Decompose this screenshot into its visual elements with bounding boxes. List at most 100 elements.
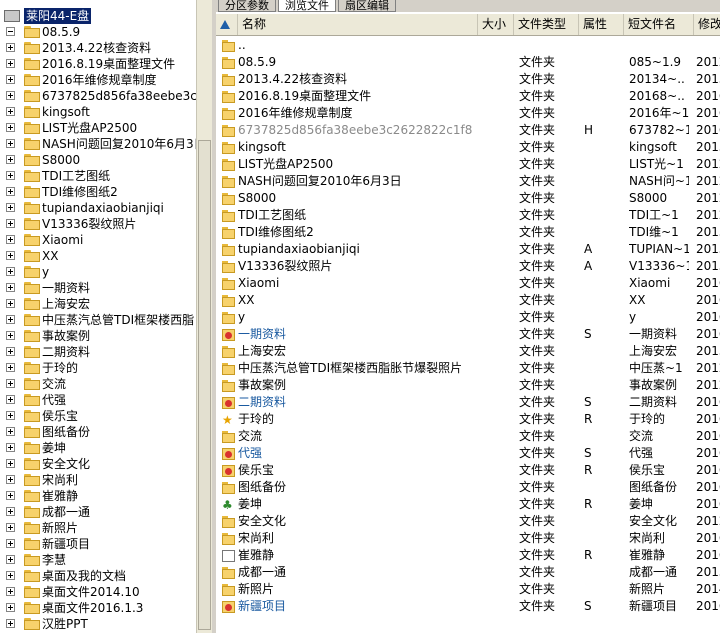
- tree-item[interactable]: y: [0, 264, 196, 280]
- expand-plus-icon[interactable]: [6, 395, 15, 404]
- expand-plus-icon[interactable]: [6, 443, 15, 452]
- tree-item[interactable]: kingsoft: [0, 104, 196, 120]
- expand-plus-icon[interactable]: [6, 379, 15, 388]
- file-row[interactable]: 交流 文件夹 交流 2016: [216, 428, 720, 445]
- expand-plus-icon[interactable]: [6, 107, 15, 116]
- expand-minus-icon[interactable]: [6, 27, 15, 36]
- tree-item[interactable]: TDI维修图纸2: [0, 184, 196, 200]
- tree-item[interactable]: 2016.8.19桌面整理文件: [0, 56, 196, 72]
- tree-item[interactable]: 桌面文件2014.10: [0, 584, 196, 600]
- file-row[interactable]: 成都一通 文件夹 成都一通 2013: [216, 564, 720, 581]
- file-row[interactable]: Xiaomi 文件夹 Xiaomi 2016: [216, 275, 720, 292]
- file-row[interactable]: 新照片 文件夹 新照片 2014: [216, 581, 720, 598]
- file-row[interactable]: NASH问题回复2010年6月3日 文件夹 NASH问~1 2012: [216, 173, 720, 190]
- expand-plus-icon[interactable]: [6, 427, 15, 436]
- expand-plus-icon[interactable]: [6, 603, 15, 612]
- file-row[interactable]: LIST光盘AP2500 文件夹 LIST光~1 2012: [216, 156, 720, 173]
- expand-plus-icon[interactable]: [6, 299, 15, 308]
- column-short-name[interactable]: 短文件名: [624, 14, 694, 35]
- expand-plus-icon[interactable]: [6, 75, 15, 84]
- expand-plus-icon[interactable]: [6, 43, 15, 52]
- expand-plus-icon[interactable]: [6, 347, 15, 356]
- expand-plus-icon[interactable]: [6, 459, 15, 468]
- file-row[interactable]: 宋尚利 文件夹 宋尚利 2016: [216, 530, 720, 547]
- tree-item[interactable]: 上海安宏: [0, 296, 196, 312]
- expand-plus-icon[interactable]: [6, 251, 15, 260]
- file-row[interactable]: 上海安宏 文件夹 上海安宏 2013: [216, 343, 720, 360]
- file-row[interactable]: kingsoft 文件夹 kingsoft 2015: [216, 139, 720, 156]
- tree-item[interactable]: 李慧: [0, 552, 196, 568]
- tree-item[interactable]: 侯乐宝: [0, 408, 196, 424]
- tree-item[interactable]: Xiaomi: [0, 232, 196, 248]
- file-row[interactable]: 2016.8.19桌面整理文件 文件夹 20168~.. 2016: [216, 88, 720, 105]
- expand-plus-icon[interactable]: [6, 123, 15, 132]
- tree-item[interactable]: 图纸备份: [0, 424, 196, 440]
- file-row[interactable]: V13336裂纹照片 文件夹 A V13336~1 2015: [216, 258, 720, 275]
- expand-plus-icon[interactable]: [6, 571, 15, 580]
- scrollbar-thumb[interactable]: [198, 140, 211, 630]
- tree-item[interactable]: S8000: [0, 152, 196, 168]
- expand-plus-icon[interactable]: [6, 315, 15, 324]
- expand-plus-icon[interactable]: [6, 283, 15, 292]
- tree-item[interactable]: 二期资料: [0, 344, 196, 360]
- expand-plus-icon[interactable]: [6, 155, 15, 164]
- file-row[interactable]: 6737825d856fa38eebe3c2622822c1f8 文件夹 H 6737…: [216, 122, 720, 139]
- file-row[interactable]: 代强 文件夹 S 代强 2016: [216, 445, 720, 462]
- expand-plus-icon[interactable]: [6, 619, 15, 628]
- tree-item[interactable]: 新照片: [0, 520, 196, 536]
- up-level-button[interactable]: [216, 14, 238, 35]
- column-name[interactable]: 名称: [238, 14, 478, 35]
- tree-item[interactable]: 中压蒸汽总管TDI框架楼西脂: [0, 312, 196, 328]
- file-row[interactable]: TDI工艺图纸 文件夹 TDI工~1 2012: [216, 207, 720, 224]
- expand-plus-icon[interactable]: [6, 331, 15, 340]
- expand-plus-icon[interactable]: [6, 139, 15, 148]
- expand-plus-icon[interactable]: [6, 539, 15, 548]
- file-row[interactable]: 新疆项目 文件夹 S 新疆项目 2016: [216, 598, 720, 615]
- expand-plus-icon[interactable]: [6, 411, 15, 420]
- expand-plus-icon[interactable]: [6, 91, 15, 100]
- expand-plus-icon[interactable]: [6, 59, 15, 68]
- tree-item[interactable]: 桌面文件2016.1.3: [0, 600, 196, 616]
- tree-item[interactable]: 6737825d856fa38eebe3c2622: [0, 88, 196, 104]
- column-modified[interactable]: 修改: [694, 14, 720, 35]
- file-row[interactable]: ..: [216, 37, 720, 54]
- file-row[interactable]: 安全文化 文件夹 安全文化 2012: [216, 513, 720, 530]
- tree-item[interactable]: 成都一通: [0, 504, 196, 520]
- expand-plus-icon[interactable]: [6, 235, 15, 244]
- expand-plus-icon[interactable]: [6, 187, 15, 196]
- file-row[interactable]: ♣ 姜坤 文件夹 R 姜坤 2016: [216, 496, 720, 513]
- tree-item[interactable]: 2013.4.22核查资料: [0, 40, 196, 56]
- tree-vertical-scrollbar[interactable]: [196, 0, 212, 633]
- tree-item[interactable]: 2016年维修规章制度: [0, 72, 196, 88]
- file-row[interactable]: 中压蒸汽总管TDI框架楼西脂胀节爆裂照片 文件夹 中压蒸~1 2012: [216, 360, 720, 377]
- expand-plus-icon[interactable]: [6, 171, 15, 180]
- file-row[interactable]: 二期资料 文件夹 S 二期资料 2016: [216, 394, 720, 411]
- file-row[interactable]: S8000 文件夹 S8000 2012: [216, 190, 720, 207]
- expand-plus-icon[interactable]: [6, 507, 15, 516]
- file-row[interactable]: 一期资料 文件夹 S 一期资料 2016: [216, 326, 720, 343]
- file-row[interactable]: TDI维修图纸2 文件夹 TDI维~1 2015: [216, 224, 720, 241]
- file-row[interactable]: XX 文件夹 XX 2016: [216, 292, 720, 309]
- column-size[interactable]: 大小: [478, 14, 514, 35]
- tree-item[interactable]: 代强: [0, 392, 196, 408]
- folder-tree[interactable]: 莱阳44-E盘 08.5.9 2013.4.22核查资料 2016.8.19桌面整理…: [0, 0, 196, 633]
- tree-item[interactable]: 于玲的: [0, 360, 196, 376]
- file-row[interactable]: y 文件夹 y 2016: [216, 309, 720, 326]
- file-row[interactable]: 图纸备份 文件夹 图纸备份 2016: [216, 479, 720, 496]
- file-row[interactable]: 2016年维修规章制度 文件夹 2016年~1 2016: [216, 105, 720, 122]
- tree-item[interactable]: 事故案例: [0, 328, 196, 344]
- expand-plus-icon[interactable]: [6, 475, 15, 484]
- file-row[interactable]: 侯乐宝 文件夹 R 侯乐宝 2016: [216, 462, 720, 479]
- tree-root-drive[interactable]: 莱阳44-E盘: [0, 8, 196, 24]
- tree-item[interactable]: 新疆项目: [0, 536, 196, 552]
- expand-plus-icon[interactable]: [6, 523, 15, 532]
- expand-plus-icon[interactable]: [6, 219, 15, 228]
- tree-item[interactable]: 崔雅静: [0, 488, 196, 504]
- expand-plus-icon[interactable]: [6, 491, 15, 500]
- tree-item[interactable]: V13336裂纹照片: [0, 216, 196, 232]
- tree-item[interactable]: 交流: [0, 376, 196, 392]
- tab-partition-params[interactable]: 分区参数: [218, 0, 276, 12]
- file-row[interactable]: ★ 于玲的 文件夹 R 于玲的 2016: [216, 411, 720, 428]
- tree-item[interactable]: 08.5.9: [0, 24, 196, 40]
- tree-item[interactable]: TDI工艺图纸: [0, 168, 196, 184]
